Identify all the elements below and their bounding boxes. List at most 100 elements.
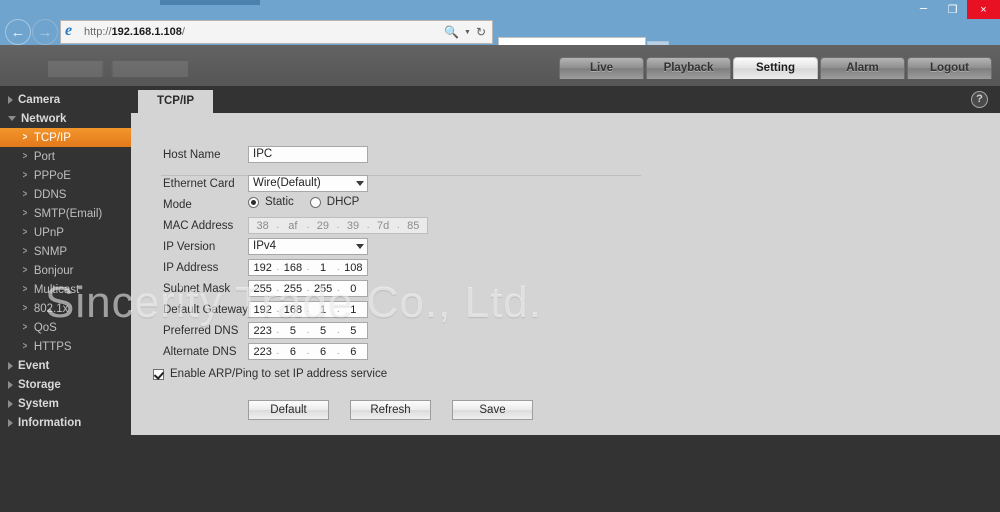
sidebar-item-smtp-email[interactable]: > SMTP(Email) — [0, 204, 131, 223]
sidebar-item-tcpip[interactable]: > TCP/IP — [0, 128, 131, 147]
main-tab-live[interactable]: Live — [559, 57, 644, 79]
subnet-octet-1[interactable]: 255 — [249, 283, 276, 295]
sidebar-item-label: HTTPS — [33, 340, 72, 353]
close-window-button[interactable]: × — [967, 0, 1000, 19]
arp-ping-checkbox[interactable] — [153, 368, 164, 380]
sidebar-item-storage[interactable]: Storage — [0, 375, 131, 394]
chevron-right-icon: > — [22, 170, 28, 181]
chevron-right-icon: > — [22, 265, 28, 276]
sidebar-item-information[interactable]: Information — [0, 413, 131, 432]
pdns-octet-2[interactable]: 5 — [279, 325, 306, 337]
sidebar: Camera Network > TCP/IP > Port > PPPoE >… — [0, 86, 131, 512]
content-topbar: TCP/IP ? — [131, 86, 1000, 113]
subnet-mask-field[interactable]: 255. 255. 255. 0 — [248, 280, 368, 297]
sidebar-item-port[interactable]: > Port — [0, 147, 131, 166]
main-navigation-tabs: Live Playback Setting Alarm Logout — [559, 57, 1000, 79]
gateway-octet-1[interactable]: 192 — [249, 304, 276, 316]
app-body: Camera Network > TCP/IP > Port > PPPoE >… — [0, 86, 1000, 512]
chevron-down-icon[interactable]: ▼ — [464, 29, 471, 36]
main-tab-logout[interactable]: Logout — [907, 57, 992, 79]
sidebar-item-camera[interactable]: Camera — [0, 90, 131, 109]
sidebar-item-upnp[interactable]: > UPnP — [0, 223, 131, 242]
host-name-input[interactable]: IPC — [248, 146, 368, 163]
subnet-octet-3[interactable]: 255 — [309, 283, 336, 295]
minimize-button[interactable]: – — [909, 0, 938, 19]
sidebar-item-label: Information — [18, 416, 82, 429]
main-tab-alarm[interactable]: Alarm — [820, 57, 905, 79]
gateway-octet-3[interactable]: 1 — [309, 304, 336, 316]
sidebar-item-label: TCP/IP — [33, 131, 71, 144]
ip-version-select[interactable]: IPv4 — [248, 238, 368, 255]
pdns-octet-3[interactable]: 5 — [309, 325, 336, 337]
settings-panel: Host Name IPC Ethernet Card Wire(Default… — [131, 113, 1000, 435]
ip-address-field[interactable]: 192. 168. 1. 108 — [248, 259, 368, 276]
sidebar-item-snmp[interactable]: > SNMP — [0, 242, 131, 261]
main-tab-setting[interactable]: Setting — [733, 57, 818, 79]
sidebar-item-label: 802.1x — [33, 302, 69, 315]
mac-octet-3: 29 — [316, 219, 330, 232]
sidebar-item-label: Multicast — [33, 283, 80, 296]
sidebar-item-multicast[interactable]: > Multicast — [0, 280, 131, 299]
chevron-down-icon — [356, 244, 364, 249]
address-bar[interactable]: http://192.168.1.108/ 🔍 ▼ ↻ — [60, 20, 493, 44]
sidebar-item-label: Network — [21, 112, 67, 125]
sidebar-item-ddns[interactable]: > DDNS — [0, 185, 131, 204]
ip-version-value: IPv4 — [253, 240, 277, 252]
ethernet-card-value: Wire(Default) — [253, 177, 321, 189]
arp-ping-label: Enable ARP/Ping to set IP address servic… — [170, 368, 388, 380]
forward-arrow-icon[interactable]: → — [32, 19, 58, 45]
ip-octet-2[interactable]: 168 — [279, 262, 306, 274]
back-arrow-icon[interactable]: ← — [5, 19, 31, 45]
radio-static-label: Static — [265, 196, 294, 208]
chevron-right-icon: > — [22, 189, 28, 200]
help-icon[interactable]: ? — [971, 91, 988, 108]
main-tab-playback[interactable]: Playback — [646, 57, 731, 79]
refresh-icon[interactable]: ↻ — [476, 25, 486, 39]
sidebar-item-qos[interactable]: > QoS — [0, 318, 131, 337]
arp-ping-row[interactable]: Enable ARP/Ping to set IP address servic… — [153, 368, 387, 380]
browser-nav-row: ← → http://192.168.1.108/ 🔍 ▼ ↻ Setting … — [0, 19, 1000, 62]
search-icon[interactable]: 🔍 — [444, 25, 459, 39]
action-buttons: Default Refresh Save — [248, 400, 533, 420]
chevron-right-icon: > — [22, 246, 28, 257]
sidebar-item-label: SMTP(Email) — [33, 207, 103, 220]
sidebar-item-pppoe[interactable]: > PPPoE — [0, 166, 131, 185]
tab-tcpip[interactable]: TCP/IP — [138, 90, 213, 113]
adns-octet-4[interactable]: 6 — [340, 346, 367, 358]
sidebar-item-label: Event — [18, 359, 50, 372]
adns-octet-2[interactable]: 6 — [279, 346, 306, 358]
sidebar-item-event[interactable]: Event — [0, 356, 131, 375]
mac-address-field: 38. af. 29. 39. 7d. 85 — [248, 217, 428, 234]
sidebar-item-bonjour[interactable]: > Bonjour — [0, 261, 131, 280]
maximize-button[interactable]: ❐ — [938, 0, 967, 19]
gateway-octet-2[interactable]: 168 — [279, 304, 306, 316]
internet-explorer-icon — [65, 22, 80, 40]
alternate-dns-field[interactable]: 223. 6. 6. 6 — [248, 343, 368, 360]
pdns-octet-1[interactable]: 223 — [249, 325, 276, 337]
radio-static[interactable] — [248, 196, 259, 208]
default-button[interactable]: Default — [248, 400, 329, 420]
chevron-right-icon — [8, 380, 13, 389]
preferred-dns-field[interactable]: 223. 5. 5. 5 — [248, 322, 368, 339]
default-gateway-field[interactable]: 192. 168. 1. 1 — [248, 301, 368, 318]
save-button[interactable]: Save — [452, 400, 533, 420]
radio-dhcp[interactable] — [309, 196, 321, 208]
subnet-octet-2[interactable]: 255 — [279, 283, 306, 295]
ip-octet-3[interactable]: 1 — [309, 262, 336, 274]
sidebar-item-802-1x[interactable]: > 802.1x — [0, 299, 131, 318]
ethernet-card-select[interactable]: Wire(Default) — [248, 175, 368, 192]
adns-octet-1[interactable]: 223 — [249, 346, 276, 358]
refresh-button[interactable]: Refresh — [350, 400, 431, 420]
sidebar-item-network[interactable]: Network — [0, 109, 131, 128]
content-area: TCP/IP ? Host Name IPC Ethernet Card Wir… — [131, 86, 1000, 512]
sidebar-item-system[interactable]: System — [0, 394, 131, 413]
ip-octet-1[interactable]: 192 — [249, 262, 276, 274]
gateway-octet-4[interactable]: 1 — [340, 304, 367, 316]
ip-octet-4[interactable]: 108 — [340, 262, 367, 274]
chevron-right-icon: > — [22, 303, 28, 314]
mac-octet-2: af — [288, 219, 298, 232]
subnet-octet-4[interactable]: 0 — [340, 283, 367, 295]
pdns-octet-4[interactable]: 5 — [340, 325, 367, 337]
sidebar-item-https[interactable]: > HTTPS — [0, 337, 131, 356]
adns-octet-3[interactable]: 6 — [309, 346, 336, 358]
